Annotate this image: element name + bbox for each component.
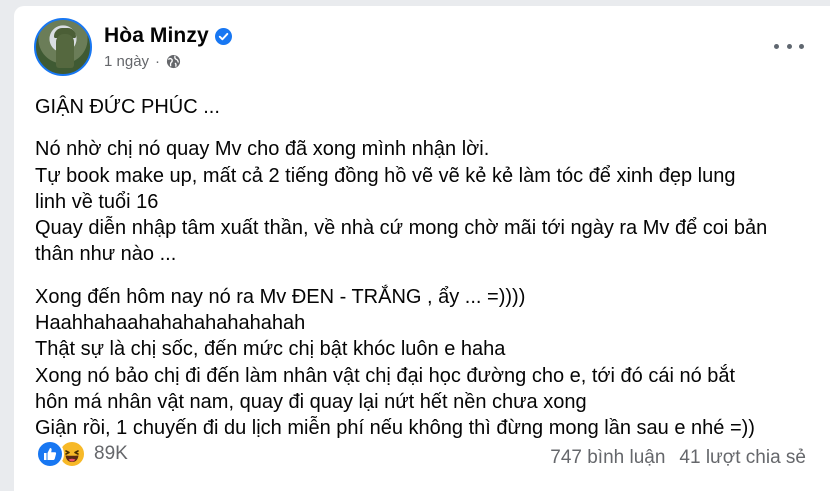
post-header: Hòa Minzy 1 ngày · [34,18,232,76]
post-line: linh về tuổi 16 [35,190,159,213]
post-text: GIẬN ĐỨC PHÚC ... Nó nhờ chị nó quay Mv … [35,94,815,458]
post-line: Haahhahaahahahahahahahah [35,312,306,335]
avatar-figure [56,34,74,68]
thumbs-up-glyph [44,448,57,460]
post-line: thân như nào ... [35,243,177,266]
post-line: Giận rồi, 1 chuyến đi du lịch miễn phí n… [35,417,755,440]
post-line: Xong nó bảo chị đi đến làm nhân vật chị … [35,364,736,387]
post-line: Xong đến hôm nay nó ra Mv ĐEN - TRẮNG , … [35,285,526,308]
share-count-link[interactable]: 41 lượt chia sẻ [679,447,806,469]
post-line: Thật sự là chị sốc, đến mức chị bật khóc… [35,338,506,361]
comment-count-link[interactable]: 747 bình luận [550,447,665,469]
author-block: Hòa Minzy 1 ngày · [104,24,232,70]
post-line: Quay diễn nhập tâm xuất thần, về nhà cứ … [35,217,768,240]
more-dot [799,43,804,49]
author-row: Hòa Minzy [104,24,232,48]
post-paragraph: Xong đến hôm nay nó ra Mv ĐEN - TRẮNG , … [35,284,815,442]
more-options-icon[interactable] [774,36,804,56]
post-line: Nó nhờ chị nó quay Mv cho đã xong mình n… [35,138,490,161]
author-name[interactable]: Hòa Minzy [104,24,209,48]
post-time[interactable]: 1 ngày [104,53,149,70]
globe-icon[interactable] [166,54,181,69]
reaction-count: 89K [94,443,128,464]
post-paragraph: Nó nhờ chị nó quay Mv cho đã xong mình n… [35,136,815,267]
verified-badge-icon [214,27,232,45]
avatar[interactable] [34,18,92,76]
more-dot [774,43,779,49]
post-line: GIẬN ĐỨC PHÚC ... [35,96,220,118]
like-icon [36,440,64,468]
post-line: Tự book make up, mất cả 2 tiếng đồng hồ … [35,164,736,187]
engagement-counts: 747 bình luận 41 lượt chia sẻ [550,447,806,469]
more-dot [786,43,792,49]
post-paragraph: GIẬN ĐỨC PHÚC ... [35,94,815,120]
post-meta: 1 ngày · [104,53,232,70]
meta-separator: · [155,53,161,70]
post-line: hôn má nhân vật nam, quay đi quay lại nứ… [35,390,587,413]
reactions-summary[interactable]: 89K [36,440,128,468]
post-card: Hòa Minzy 1 ngày · GIẬN ĐỨC PHÚC ... Nó … [14,6,830,491]
reaction-icons [36,440,86,468]
